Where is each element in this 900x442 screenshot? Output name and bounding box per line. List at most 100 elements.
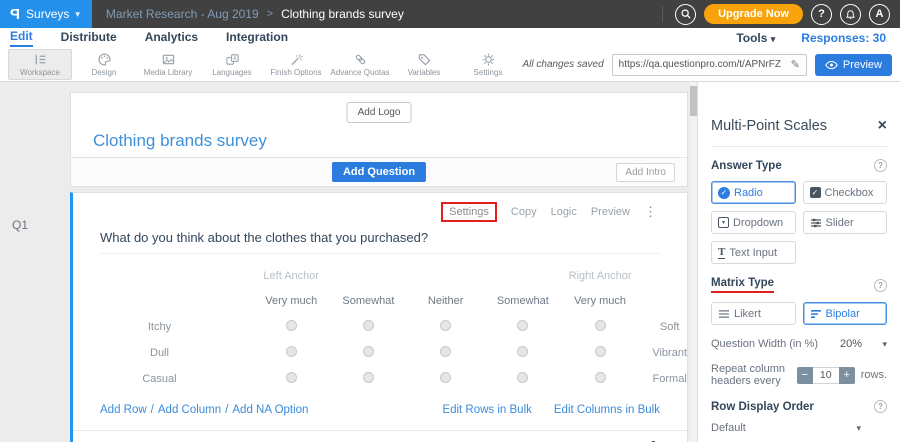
question-settings-link[interactable]: Settings bbox=[441, 202, 497, 222]
survey-title[interactable]: Clothing brands survey bbox=[93, 131, 267, 151]
matrix-radio[interactable] bbox=[517, 372, 528, 383]
tool-workspace[interactable]: Workspace bbox=[8, 49, 72, 80]
question-footer: Validation bbox=[73, 431, 687, 442]
tab-distribute[interactable]: Distribute bbox=[61, 30, 117, 46]
link-separator: / bbox=[225, 404, 228, 416]
responses-count[interactable]: Responses: 30 bbox=[801, 31, 886, 45]
answer-type-text-input[interactable]: T Text Input bbox=[711, 241, 796, 264]
edit-rows-bulk-link[interactable]: Edit Rows in Bulk bbox=[442, 404, 531, 416]
scrollbar-thumb[interactable] bbox=[690, 86, 697, 116]
question-text[interactable]: What do you think about the clothes that… bbox=[100, 230, 660, 254]
matrix-radio[interactable] bbox=[363, 320, 374, 331]
tool-languages[interactable]: A Languages bbox=[200, 49, 264, 80]
more-options-icon[interactable]: ⋮ bbox=[644, 204, 657, 220]
matrix-radio[interactable] bbox=[363, 346, 374, 357]
repeat-headers-value[interactable]: 10 bbox=[813, 367, 839, 384]
matrix-row-label: Dull bbox=[100, 340, 253, 366]
product-name: Surveys bbox=[26, 7, 69, 21]
vertical-scrollbar[interactable] bbox=[690, 82, 697, 442]
answer-type-label: Answer Type bbox=[711, 160, 782, 172]
tab-analytics[interactable]: Analytics bbox=[145, 30, 198, 46]
breadcrumb-survey-name: Clothing brands survey bbox=[281, 7, 404, 21]
answer-type-slider[interactable]: Slider bbox=[803, 211, 888, 234]
surveys-menu[interactable]: P Surveys ▾ bbox=[0, 0, 92, 28]
matrix-radio[interactable] bbox=[517, 320, 528, 331]
breadcrumb-folder[interactable]: Market Research - Aug 2019 bbox=[106, 7, 259, 21]
tab-edit[interactable]: Edit bbox=[10, 29, 33, 47]
svg-text:A: A bbox=[233, 56, 237, 62]
survey-header-top: Add Logo Clothing brands survey bbox=[71, 93, 687, 157]
help-icon[interactable]: ? bbox=[874, 279, 887, 292]
menu-bar: Edit Distribute Analytics Integration To… bbox=[0, 28, 900, 48]
anchor-row: Left Anchor Right Anchor bbox=[100, 264, 687, 288]
link-separator: / bbox=[151, 404, 154, 416]
likert-icon bbox=[718, 308, 730, 320]
tool-label: Languages bbox=[212, 68, 252, 77]
answer-type-dropdown[interactable]: ▾ Dropdown bbox=[711, 211, 796, 234]
divider bbox=[662, 6, 663, 22]
search-icon bbox=[680, 8, 692, 20]
help-icon[interactable]: ? bbox=[874, 400, 887, 413]
matrix-radio[interactable] bbox=[286, 372, 297, 383]
matrix-radio[interactable] bbox=[595, 320, 606, 331]
notifications-button[interactable] bbox=[840, 4, 861, 25]
workspace-icon bbox=[33, 52, 48, 67]
tool-media-library[interactable]: Media Library bbox=[136, 49, 200, 80]
repeat-headers-label: Repeat column headers every bbox=[711, 363, 789, 387]
gear-icon bbox=[481, 52, 496, 67]
tool-settings[interactable]: Settings bbox=[456, 49, 520, 80]
upgrade-now-button[interactable]: Upgrade Now bbox=[704, 4, 803, 24]
tool-advance-quotas[interactable]: Advance Quotas bbox=[328, 49, 392, 80]
tools-dropdown[interactable]: Tools ▾ bbox=[736, 31, 775, 45]
tool-variables[interactable]: Variables bbox=[392, 49, 456, 80]
tool-finish-options[interactable]: Finish Options bbox=[264, 49, 328, 80]
add-column-link[interactable]: Add Column bbox=[158, 404, 221, 416]
matrix-type-likert[interactable]: Likert bbox=[711, 302, 796, 325]
add-row-link[interactable]: Add Row bbox=[100, 404, 147, 416]
matrix-radio[interactable] bbox=[595, 346, 606, 357]
add-logo-button[interactable]: Add Logo bbox=[347, 102, 412, 123]
answer-type-section-header: Answer Type ? bbox=[711, 159, 887, 172]
close-icon[interactable]: × bbox=[878, 118, 887, 134]
tool-label: Variables bbox=[408, 68, 441, 77]
matrix-radio[interactable] bbox=[286, 346, 297, 357]
add-question-button[interactable]: Add Question bbox=[332, 162, 426, 182]
matrix-radio[interactable] bbox=[440, 372, 451, 383]
chevron-down-icon[interactable]: ▾ bbox=[882, 339, 887, 350]
help-button[interactable]: ? bbox=[811, 4, 832, 25]
image-icon bbox=[161, 52, 176, 67]
option-label: Slider bbox=[826, 217, 854, 229]
decrement-button[interactable]: − bbox=[797, 367, 813, 384]
add-intro-button[interactable]: Add Intro bbox=[616, 163, 675, 182]
row-display-order-value: Default bbox=[711, 422, 746, 434]
matrix-radio[interactable] bbox=[286, 320, 297, 331]
tool-design[interactable]: Design bbox=[72, 49, 136, 80]
top-bar: P Surveys ▾ Market Research - Aug 2019 >… bbox=[0, 0, 900, 28]
survey-url-input[interactable] bbox=[613, 59, 785, 70]
matrix-radio[interactable] bbox=[595, 372, 606, 383]
question-width-row: Question Width (in %) 20% ▾ bbox=[711, 338, 887, 350]
avatar[interactable]: A bbox=[869, 4, 890, 25]
matrix-type-bipolar[interactable]: Bipolar bbox=[803, 302, 888, 325]
question-width-value[interactable]: 20% bbox=[840, 338, 862, 350]
matrix-radio[interactable] bbox=[440, 346, 451, 357]
question-logic-link[interactable]: Logic bbox=[551, 206, 577, 218]
question-preview-link[interactable]: Preview bbox=[591, 206, 630, 218]
bell-icon bbox=[845, 9, 856, 20]
preview-button[interactable]: Preview bbox=[815, 54, 892, 76]
edit-columns-bulk-link[interactable]: Edit Columns in Bulk bbox=[554, 404, 660, 416]
increment-button[interactable]: + bbox=[839, 367, 855, 384]
answer-type-radio[interactable]: ✓ Radio bbox=[711, 181, 796, 204]
matrix-radio[interactable] bbox=[363, 372, 374, 383]
add-na-option-link[interactable]: Add NA Option bbox=[232, 404, 308, 416]
tab-integration[interactable]: Integration bbox=[226, 30, 288, 46]
option-label: Checkbox bbox=[825, 187, 874, 199]
edit-url-icon[interactable]: ✎ bbox=[785, 58, 806, 71]
search-button[interactable] bbox=[675, 4, 696, 25]
matrix-radio[interactable] bbox=[517, 346, 528, 357]
help-icon[interactable]: ? bbox=[874, 159, 887, 172]
row-display-order-select[interactable]: Default ▾ bbox=[711, 422, 861, 434]
question-copy-link[interactable]: Copy bbox=[511, 206, 537, 218]
matrix-radio[interactable] bbox=[440, 320, 451, 331]
answer-type-checkbox[interactable]: ✓ Checkbox bbox=[803, 181, 888, 204]
